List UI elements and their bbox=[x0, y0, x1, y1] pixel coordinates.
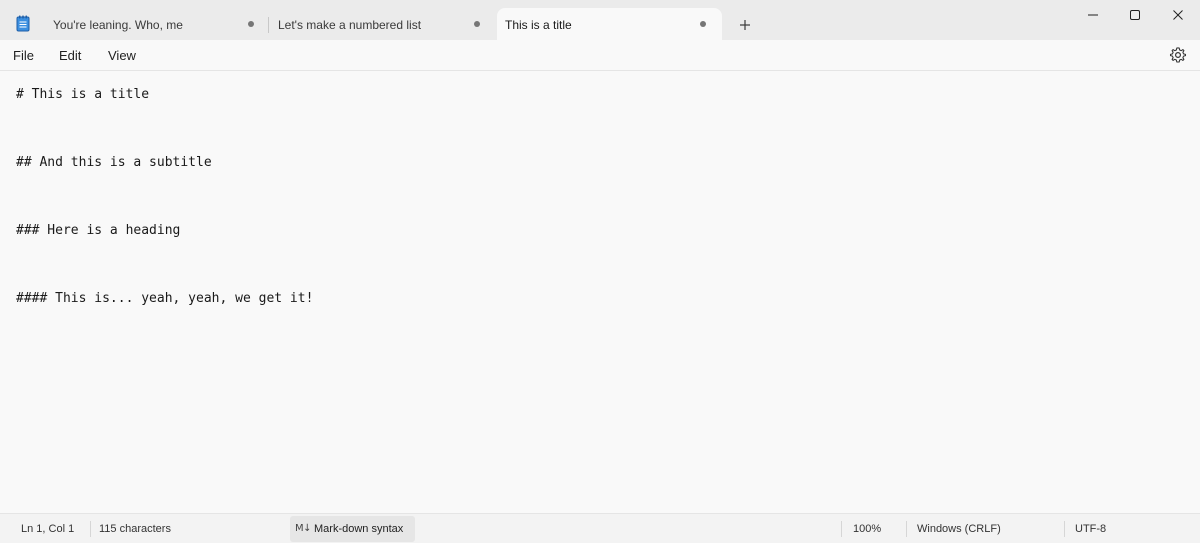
editor-line: ## And this is a subtitle bbox=[16, 155, 212, 170]
tab-youre-leaning[interactable]: You're leaning. Who, me bbox=[40, 8, 266, 40]
unsaved-dot-icon[interactable] bbox=[248, 21, 254, 27]
notepad-window: You're leaning. Who, me Let's make a num… bbox=[0, 0, 1200, 543]
menu-edit[interactable]: Edit bbox=[59, 48, 81, 63]
notepad-app-icon bbox=[16, 15, 30, 32]
gear-icon[interactable] bbox=[1169, 46, 1187, 64]
plus-icon bbox=[740, 20, 750, 30]
character-count: 115 characters bbox=[99, 523, 171, 535]
zoom-level[interactable]: 100% bbox=[853, 523, 881, 535]
tab-numbered-list[interactable]: Let's make a numbered list bbox=[268, 8, 494, 40]
minimize-icon bbox=[1088, 14, 1098, 16]
menu-bar: File Edit View bbox=[0, 40, 1200, 71]
text-editor[interactable]: # This is a title ## And this is a subti… bbox=[0, 71, 1200, 513]
tab-label: You're leaning. Who, me bbox=[53, 18, 183, 32]
editor-line: ### Here is a heading bbox=[16, 223, 181, 238]
status-separator bbox=[90, 521, 91, 537]
status-separator bbox=[906, 521, 907, 537]
menu-file[interactable]: File bbox=[13, 48, 34, 63]
new-tab-button[interactable] bbox=[733, 13, 757, 37]
close-button[interactable] bbox=[1156, 0, 1200, 30]
markdown-toggle-button[interactable]: M↓ Mark-down syntax bbox=[290, 516, 415, 542]
unsaved-dot-icon[interactable] bbox=[474, 21, 480, 27]
menu-view[interactable]: View bbox=[108, 48, 136, 63]
encoding[interactable]: UTF-8 bbox=[1075, 523, 1106, 535]
title-bar: You're leaning. Who, me Let's make a num… bbox=[0, 0, 1200, 40]
maximize-button[interactable] bbox=[1113, 0, 1157, 30]
line-endings[interactable]: Windows (CRLF) bbox=[917, 523, 1001, 535]
markdown-icon: M↓ bbox=[295, 523, 312, 534]
close-icon bbox=[1173, 10, 1183, 20]
status-separator bbox=[841, 521, 842, 537]
unsaved-dot-icon[interactable] bbox=[700, 21, 706, 27]
markdown-label: Mark-down syntax bbox=[314, 523, 404, 535]
tab-label: This is a title bbox=[505, 18, 572, 32]
maximize-icon bbox=[1130, 10, 1140, 20]
editor-line: # This is a title bbox=[16, 87, 150, 102]
editor-line: #### This is... yeah, yeah, we get it! bbox=[16, 291, 314, 306]
minimize-button[interactable] bbox=[1071, 0, 1115, 30]
status-separator bbox=[1064, 521, 1065, 537]
tab-this-is-a-title[interactable]: This is a title bbox=[497, 8, 722, 40]
cursor-position[interactable]: Ln 1, Col 1 bbox=[21, 523, 74, 535]
status-bar: Ln 1, Col 1 115 characters M↓ Mark-down … bbox=[0, 513, 1200, 543]
tab-label: Let's make a numbered list bbox=[278, 18, 422, 32]
